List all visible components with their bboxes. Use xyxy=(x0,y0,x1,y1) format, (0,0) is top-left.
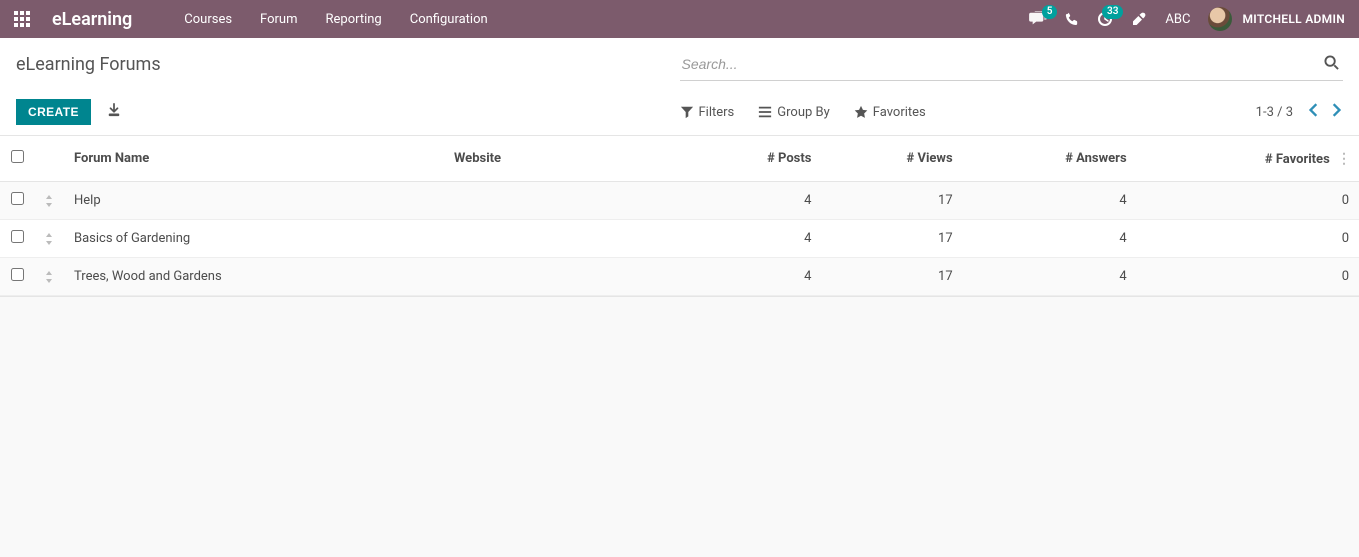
row-checkbox[interactable] xyxy=(11,230,24,243)
create-button[interactable]: CREATE xyxy=(16,99,91,125)
drag-handle-icon[interactable] xyxy=(34,182,64,220)
cell-answers: 4 xyxy=(963,182,1137,220)
cell-views: 17 xyxy=(821,220,962,258)
cell-forum-name: Trees, Wood and Gardens xyxy=(64,258,444,296)
cell-website xyxy=(444,182,684,220)
th-favorites[interactable]: # Favorites ⋮ xyxy=(1137,136,1359,182)
filters-button[interactable]: Filters xyxy=(680,105,735,120)
menu-forum[interactable]: Forum xyxy=(260,12,297,27)
tools-icon[interactable] xyxy=(1131,11,1147,27)
cell-answers: 4 xyxy=(963,220,1137,258)
page-title: eLearning Forums xyxy=(16,52,680,75)
cell-answers: 4 xyxy=(963,258,1137,296)
pager-prev[interactable] xyxy=(1307,101,1321,123)
clock-badge: 33 xyxy=(1102,5,1123,19)
avatar xyxy=(1208,7,1232,31)
phone-icon[interactable] xyxy=(1065,12,1079,26)
cell-forum-name: Basics of Gardening xyxy=(64,220,444,258)
menu-reporting[interactable]: Reporting xyxy=(326,12,382,27)
main-menu: Courses Forum Reporting Configuration xyxy=(184,12,487,27)
th-views[interactable]: # Views xyxy=(821,136,962,182)
th-website[interactable]: Website xyxy=(444,136,684,182)
column-menu-icon[interactable]: ⋮ xyxy=(1333,151,1349,167)
row-checkbox[interactable] xyxy=(11,268,24,281)
top-navbar: eLearning Courses Forum Reporting Config… xyxy=(0,0,1359,38)
cell-views: 17 xyxy=(821,258,962,296)
forum-table: Forum Name Website # Posts # Views # Ans… xyxy=(0,136,1359,297)
cell-website xyxy=(444,258,684,296)
pager-next[interactable] xyxy=(1329,101,1343,123)
cell-forum-name: Help xyxy=(64,182,444,220)
menu-courses[interactable]: Courses xyxy=(184,12,232,27)
chat-badge: 5 xyxy=(1042,5,1058,19)
abc-label[interactable]: ABC xyxy=(1165,12,1190,27)
search-icon[interactable] xyxy=(1320,55,1343,74)
row-checkbox[interactable] xyxy=(11,192,24,205)
control-bar: eLearning Forums CREATE Filters xyxy=(0,38,1359,136)
brand-title[interactable]: eLearning xyxy=(52,9,132,30)
filters-label: Filters xyxy=(699,105,735,120)
menu-configuration[interactable]: Configuration xyxy=(410,12,488,27)
groupby-button[interactable]: Group By xyxy=(758,105,830,120)
th-forum-name[interactable]: Forum Name xyxy=(64,136,444,182)
cell-posts: 4 xyxy=(684,258,821,296)
favorites-label: Favorites xyxy=(873,105,926,120)
drag-handle-icon[interactable] xyxy=(34,220,64,258)
pager-count: 1-3 / 3 xyxy=(1256,105,1293,120)
cell-posts: 4 xyxy=(684,220,821,258)
th-posts[interactable]: # Posts xyxy=(684,136,821,182)
user-menu[interactable]: MITCHELL ADMIN xyxy=(1208,7,1345,31)
cell-favorites: 0 xyxy=(1137,182,1359,220)
user-name: MITCHELL ADMIN xyxy=(1242,12,1345,26)
search-input[interactable] xyxy=(680,52,1321,76)
select-all-checkbox[interactable] xyxy=(11,150,24,163)
cell-posts: 4 xyxy=(684,182,821,220)
cell-favorites: 0 xyxy=(1137,220,1359,258)
groupby-label: Group By xyxy=(777,105,830,120)
apps-icon[interactable] xyxy=(14,11,30,27)
cell-website xyxy=(444,220,684,258)
favorites-button[interactable]: Favorites xyxy=(854,105,926,120)
chat-icon[interactable]: 5 xyxy=(1029,11,1047,27)
cell-views: 17 xyxy=(821,182,962,220)
clock-icon[interactable]: 33 xyxy=(1097,11,1113,27)
table-row[interactable]: Basics of Gardening41740 xyxy=(0,220,1359,258)
table-row[interactable]: Trees, Wood and Gardens41740 xyxy=(0,258,1359,296)
import-icon[interactable] xyxy=(101,99,127,125)
table-row[interactable]: Help41740 xyxy=(0,182,1359,220)
search-bar[interactable] xyxy=(680,52,1344,81)
th-answers[interactable]: # Answers xyxy=(963,136,1137,182)
cell-favorites: 0 xyxy=(1137,258,1359,296)
drag-handle-icon[interactable] xyxy=(34,258,64,296)
